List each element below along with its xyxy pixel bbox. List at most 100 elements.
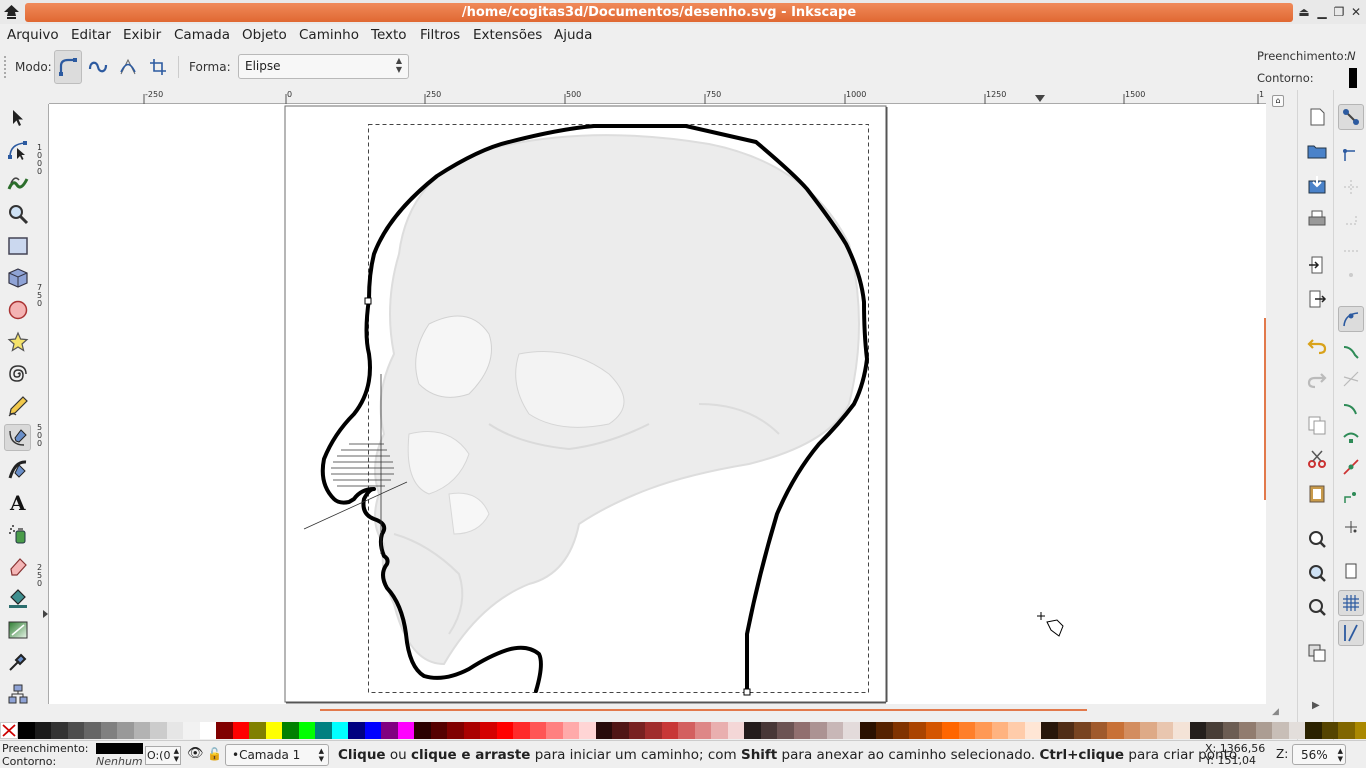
snap-bbox-centers-button[interactable] [1338, 262, 1364, 288]
layer-select[interactable]: •Camada 1 ▲ ▼ [225, 744, 329, 766]
palette-swatch[interactable] [727, 722, 744, 739]
snap-midpoints-button[interactable] [1338, 454, 1364, 480]
export-button[interactable] [1306, 288, 1328, 310]
visibility-eye-icon[interactable]: 👁 [187, 746, 204, 761]
snap-paths-button[interactable] [1338, 338, 1364, 364]
palette-swatch[interactable] [117, 722, 134, 739]
palette-swatch[interactable] [1041, 722, 1058, 739]
snap-path-intersections-button[interactable] [1338, 366, 1364, 392]
undo-button[interactable] [1306, 334, 1328, 356]
snap-cusp-nodes-button[interactable] [1338, 396, 1364, 422]
path-node[interactable] [364, 297, 372, 305]
node-tool[interactable] [4, 136, 31, 163]
pencil-tool[interactable] [4, 392, 31, 419]
menu-editar[interactable]: Editar [71, 27, 111, 43]
palette-swatch[interactable] [1206, 722, 1223, 739]
stroke-color-swatch[interactable] [1349, 68, 1357, 88]
snap-toggle-button[interactable] [1338, 104, 1364, 130]
palette-swatch[interactable] [579, 722, 596, 739]
pen-tool[interactable] [4, 424, 31, 451]
snap-nodes-button[interactable] [1338, 306, 1364, 332]
palette-swatch[interactable] [909, 722, 926, 739]
zoom-drawing-button[interactable] [1306, 562, 1328, 584]
palette-swatch[interactable] [612, 722, 629, 739]
bezier-mode-button[interactable] [54, 50, 82, 84]
menu-caminho[interactable]: Caminho [299, 27, 359, 43]
palette-swatch[interactable] [1255, 722, 1272, 739]
palette-swatch[interactable] [595, 722, 612, 739]
opacity-spinbox[interactable]: O:(0 ▲ ▼ [145, 746, 181, 765]
bspline-mode-button[interactable] [114, 50, 142, 84]
palette-swatch[interactable] [843, 722, 860, 739]
palette-swatch[interactable] [414, 722, 431, 739]
save-button[interactable] [1306, 174, 1328, 196]
minimize-window-icon[interactable]: ▁ [1315, 5, 1329, 19]
palette-swatch[interactable] [562, 722, 579, 739]
palette-swatch[interactable] [216, 722, 233, 739]
spray-tool[interactable] [4, 520, 31, 547]
palette-swatch[interactable] [942, 722, 959, 739]
zoom-spinbox[interactable]: 56% ▲ ▼ [1292, 744, 1346, 765]
palette-swatch[interactable] [1173, 722, 1190, 739]
menu-objeto[interactable]: Objeto [242, 27, 287, 43]
menu-exibir[interactable]: Exibir [123, 27, 161, 43]
tweak-tool[interactable] [4, 168, 31, 195]
palette-swatch[interactable] [876, 722, 893, 739]
palette-swatch[interactable] [315, 722, 332, 739]
redo-button[interactable] [1306, 368, 1328, 390]
zoom-selection-button[interactable] [1306, 528, 1328, 550]
snap-bbox-button[interactable] [1338, 142, 1364, 168]
new-document-button[interactable] [1306, 106, 1328, 128]
palette-swatch[interactable] [892, 722, 909, 739]
palette-swatch[interactable] [777, 722, 794, 739]
palette-swatch[interactable] [1321, 722, 1338, 739]
palette-swatch[interactable] [463, 722, 480, 739]
horizontal-scrollbar[interactable] [320, 709, 1087, 711]
snap-guides-button[interactable] [1338, 620, 1364, 646]
drawing-canvas[interactable] [49, 104, 1266, 704]
snap-bbox-edges-button[interactable] [1338, 174, 1364, 200]
menu-texto[interactable]: Texto [371, 27, 407, 43]
palette-swatch[interactable] [958, 722, 975, 739]
zoom-tool[interactable] [4, 200, 31, 227]
duplicate-button[interactable] [1306, 642, 1328, 664]
palette-swatch[interactable] [133, 722, 150, 739]
spiral-tool[interactable] [4, 360, 31, 387]
palette-swatch[interactable] [430, 722, 447, 739]
vertical-scrollbar[interactable] [1264, 318, 1266, 500]
palette-swatch[interactable] [18, 722, 35, 739]
palette-swatch[interactable] [34, 722, 51, 739]
palette-swatch[interactable] [364, 722, 381, 739]
horizontal-ruler[interactable]: -250 0 250 500 750 1000 1250 1500 1 [49, 90, 1266, 104]
connector-tool[interactable] [4, 680, 31, 707]
palette-swatch[interactable] [975, 722, 992, 739]
paint-bucket-tool[interactable] [4, 584, 31, 611]
palette-swatch[interactable] [282, 722, 299, 739]
palette-swatch[interactable] [744, 722, 761, 739]
palette-swatch[interactable] [84, 722, 101, 739]
menu-arquivo[interactable]: Arquivo [7, 27, 59, 43]
palette-swatch[interactable] [381, 722, 398, 739]
palette-swatch[interactable] [150, 722, 167, 739]
snap-bbox-midpoints-button[interactable] [1338, 238, 1364, 264]
menu-ajuda[interactable]: Ajuda [554, 27, 592, 43]
calligraphy-tool[interactable] [4, 456, 31, 483]
snap-rotation-centers-button[interactable] [1338, 514, 1364, 540]
palette-swatch[interactable] [397, 722, 414, 739]
zoom-page-button[interactable] [1306, 596, 1328, 618]
palette-swatch[interactable] [100, 722, 117, 739]
menu-filtros[interactable]: Filtros [420, 27, 460, 43]
palette-swatch[interactable] [1107, 722, 1124, 739]
palette-swatch[interactable] [1239, 722, 1256, 739]
palette-swatch[interactable] [826, 722, 843, 739]
palette-swatch[interactable] [1090, 722, 1107, 739]
palette-swatch[interactable] [1354, 722, 1366, 739]
shade-window-icon[interactable]: ⏏ [1297, 5, 1311, 19]
palette-swatch[interactable] [232, 722, 249, 739]
maximize-window-icon[interactable]: ❐ [1332, 5, 1346, 19]
palette-swatch[interactable] [793, 722, 810, 739]
path-node[interactable] [743, 688, 751, 696]
snap-object-centers-button[interactable] [1338, 484, 1364, 510]
shape-select[interactable]: Elipse ▲ ▼ [238, 54, 409, 79]
paste-button[interactable] [1306, 482, 1328, 504]
